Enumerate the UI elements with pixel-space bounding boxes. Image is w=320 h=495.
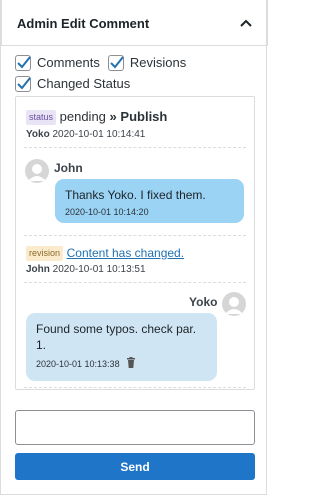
revision-badge: revision [26, 246, 64, 262]
message-time-row: 2020-10-01 10:13:38 [36, 357, 207, 370]
message-time: 2020-10-01 10:13:38 [36, 358, 120, 369]
message-bubble-incoming: Found some typos. check par. 1. 2020-10-… [26, 313, 217, 381]
changed-status-checkbox[interactable] [15, 75, 31, 92]
avatar [25, 159, 49, 183]
comment-thread[interactable]: status pending » Publish Yoko 2020-10-01… [15, 96, 255, 390]
revision-author: John [26, 264, 50, 275]
chevron-up-icon[interactable] [233, 10, 259, 36]
message-text: Found some typos. check par. 1. [36, 322, 197, 352]
content-changed-link[interactable]: Content has changed. [67, 246, 184, 260]
send-button[interactable]: Send [15, 453, 255, 480]
divider [24, 235, 246, 236]
panel-header[interactable]: Admin Edit Comment [1, 0, 268, 46]
message-time: 2020-10-01 10:14:20 [65, 207, 149, 217]
status-meta: Yoko 2020-10-01 10:14:41 [26, 129, 145, 140]
revision-meta: John 2020-10-01 10:13:51 [26, 264, 146, 275]
divider [24, 147, 246, 148]
filter-changed-status[interactable]: Changed Status [15, 75, 131, 92]
trash-icon[interactable] [126, 357, 136, 370]
status-change-entry: status pending » Publish [26, 109, 168, 126]
message-author: John [54, 161, 83, 175]
revisions-checkbox[interactable] [107, 54, 124, 71]
panel-title: Admin Edit Comment [17, 16, 150, 31]
filter-label-changed-status: Changed Status [37, 76, 131, 91]
reply-textarea[interactable] [15, 410, 255, 445]
status-to: Publish [120, 109, 168, 124]
status-author: Yoko [26, 129, 50, 140]
message-text: Thanks Yoko. I fixed them. [65, 188, 206, 202]
filter-label-revisions: Revisions [129, 55, 187, 70]
comments-checkbox[interactable] [15, 54, 31, 71]
filter-label-comments: Comments [37, 55, 100, 70]
status-from: pending [59, 109, 106, 124]
message-bubble-outgoing: Thanks Yoko. I fixed them. 2020-10-01 10… [55, 179, 244, 223]
filter-comments[interactable]: Comments [15, 54, 100, 71]
revision-time: 2020-10-01 10:13:51 [52, 264, 146, 275]
status-arrow: » [109, 109, 117, 124]
status-badge: status [26, 110, 57, 126]
revision-entry: revision Content has changed. [26, 245, 184, 262]
divider [24, 282, 246, 283]
filter-revisions[interactable]: Revisions [107, 54, 187, 71]
admin-edit-comment-panel: Admin Edit Comment Comments Revisions Ch… [0, 0, 268, 495]
message-author: Yoko [189, 295, 218, 309]
status-time: 2020-10-01 10:14:41 [52, 129, 146, 140]
avatar [222, 292, 246, 316]
divider [24, 387, 246, 388]
filter-checkboxes: Comments Revisions Changed Status [15, 52, 255, 94]
